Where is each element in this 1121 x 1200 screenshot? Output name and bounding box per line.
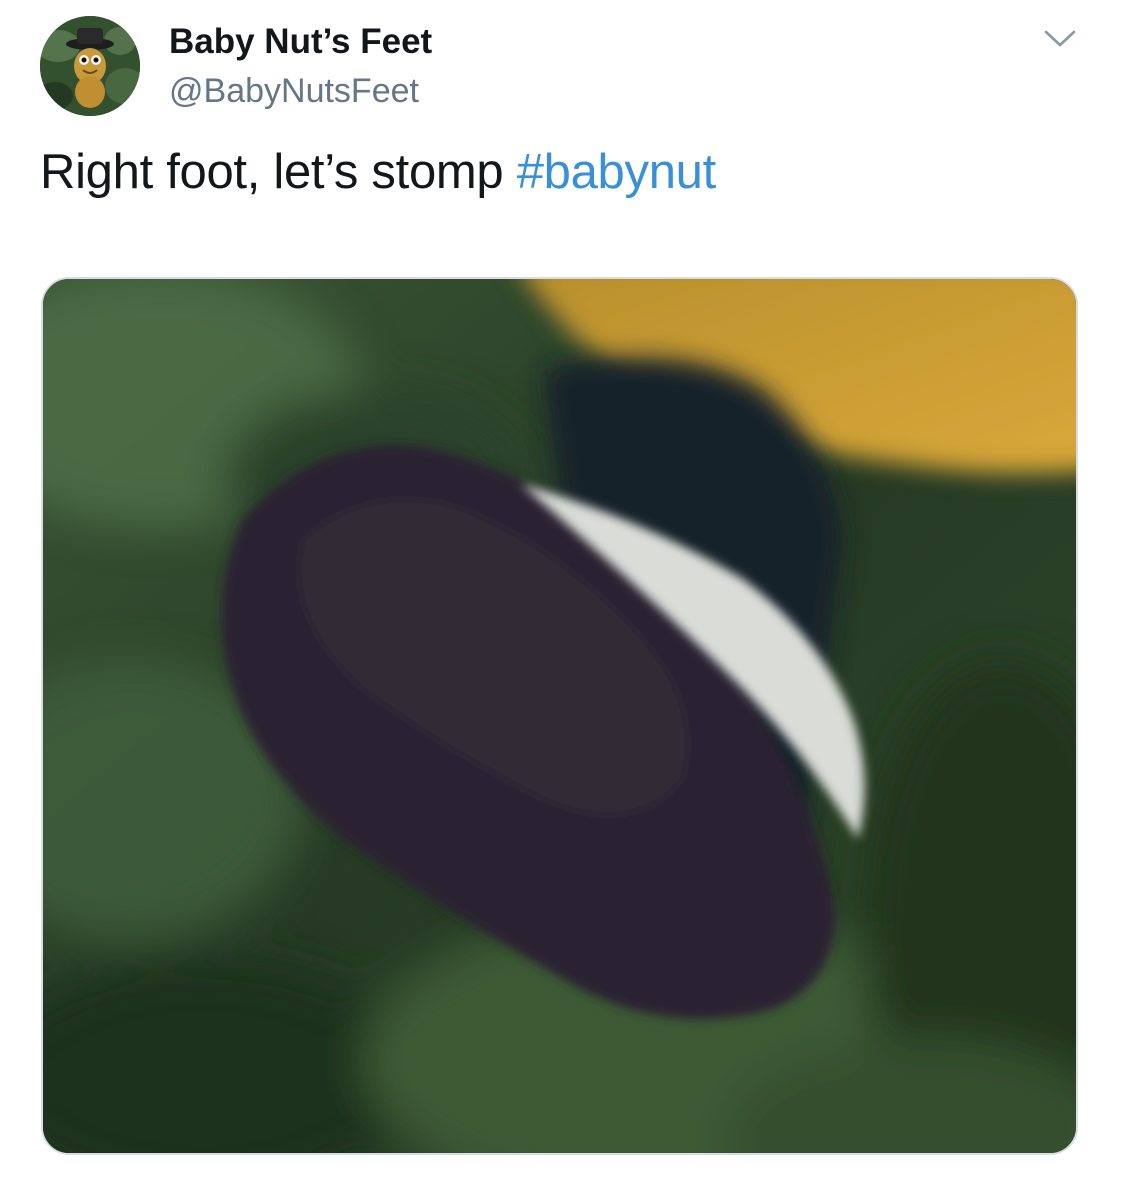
peanut-mascot-avatar-icon [40, 16, 140, 116]
tweet-media-photo[interactable] [41, 277, 1078, 1155]
blurry-foot-photo-icon [43, 279, 1076, 1153]
tweet-text-body: Right foot, let’s stomp [40, 145, 517, 199]
author-handle[interactable]: @BabyNutsFeet [169, 72, 419, 111]
hashtag-link[interactable]: #babynut [517, 145, 717, 199]
chevron-down-icon [1044, 30, 1076, 47]
tweet-text: Right foot, let’s stomp #babynut [40, 144, 716, 200]
avatar[interactable] [40, 16, 140, 116]
tweet-menu-button[interactable] [1040, 24, 1080, 54]
author-display-name[interactable]: Baby Nut’s Feet [169, 22, 432, 62]
